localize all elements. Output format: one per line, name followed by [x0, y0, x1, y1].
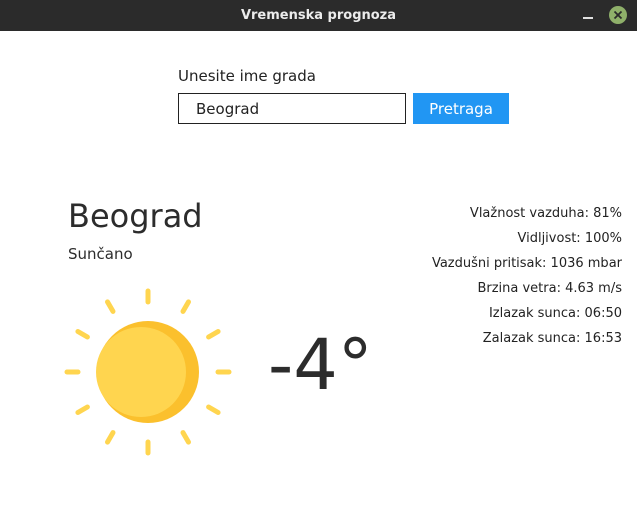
sun-icon [64, 288, 232, 456]
search-button[interactable]: Pretraga [413, 93, 509, 124]
sun-ray [180, 299, 191, 314]
wind-speed: Brzina vetra: 4.63 m/s [477, 281, 622, 296]
close-icon[interactable] [609, 6, 627, 24]
minimize-icon[interactable] [579, 6, 597, 24]
sun-ray [206, 329, 221, 340]
sun-ray [206, 404, 221, 415]
city-input-label: Unesite ime grada [178, 67, 316, 85]
sunset: Zalazak sunca: 16:53 [482, 331, 622, 346]
sun-ray [105, 299, 116, 314]
weather-details: Vlažnost vazduha: 81% Vidljivost: 100% V… [432, 205, 622, 355]
temperature: -4° [268, 324, 373, 406]
sunrise: Izlazak sunca: 06:50 [488, 306, 622, 321]
sun-ray [75, 404, 90, 415]
window-title: Vremenska prognoza [240, 8, 397, 23]
humidity: Vlažnost vazduha: 81% [469, 206, 622, 221]
title-bar: Vremenska prognoza [0, 0, 637, 31]
sun-ray [105, 430, 116, 445]
city-search-input[interactable] [178, 93, 406, 124]
weather-condition: Sunčano [68, 245, 133, 263]
sun-ray [180, 430, 191, 445]
city-name: Beograd [68, 197, 203, 235]
pressure: Vazdušni pritisak: 1036 mbar [431, 256, 622, 271]
sun-ray [75, 329, 90, 340]
visibility: Vidljivost: 100% [517, 231, 622, 246]
